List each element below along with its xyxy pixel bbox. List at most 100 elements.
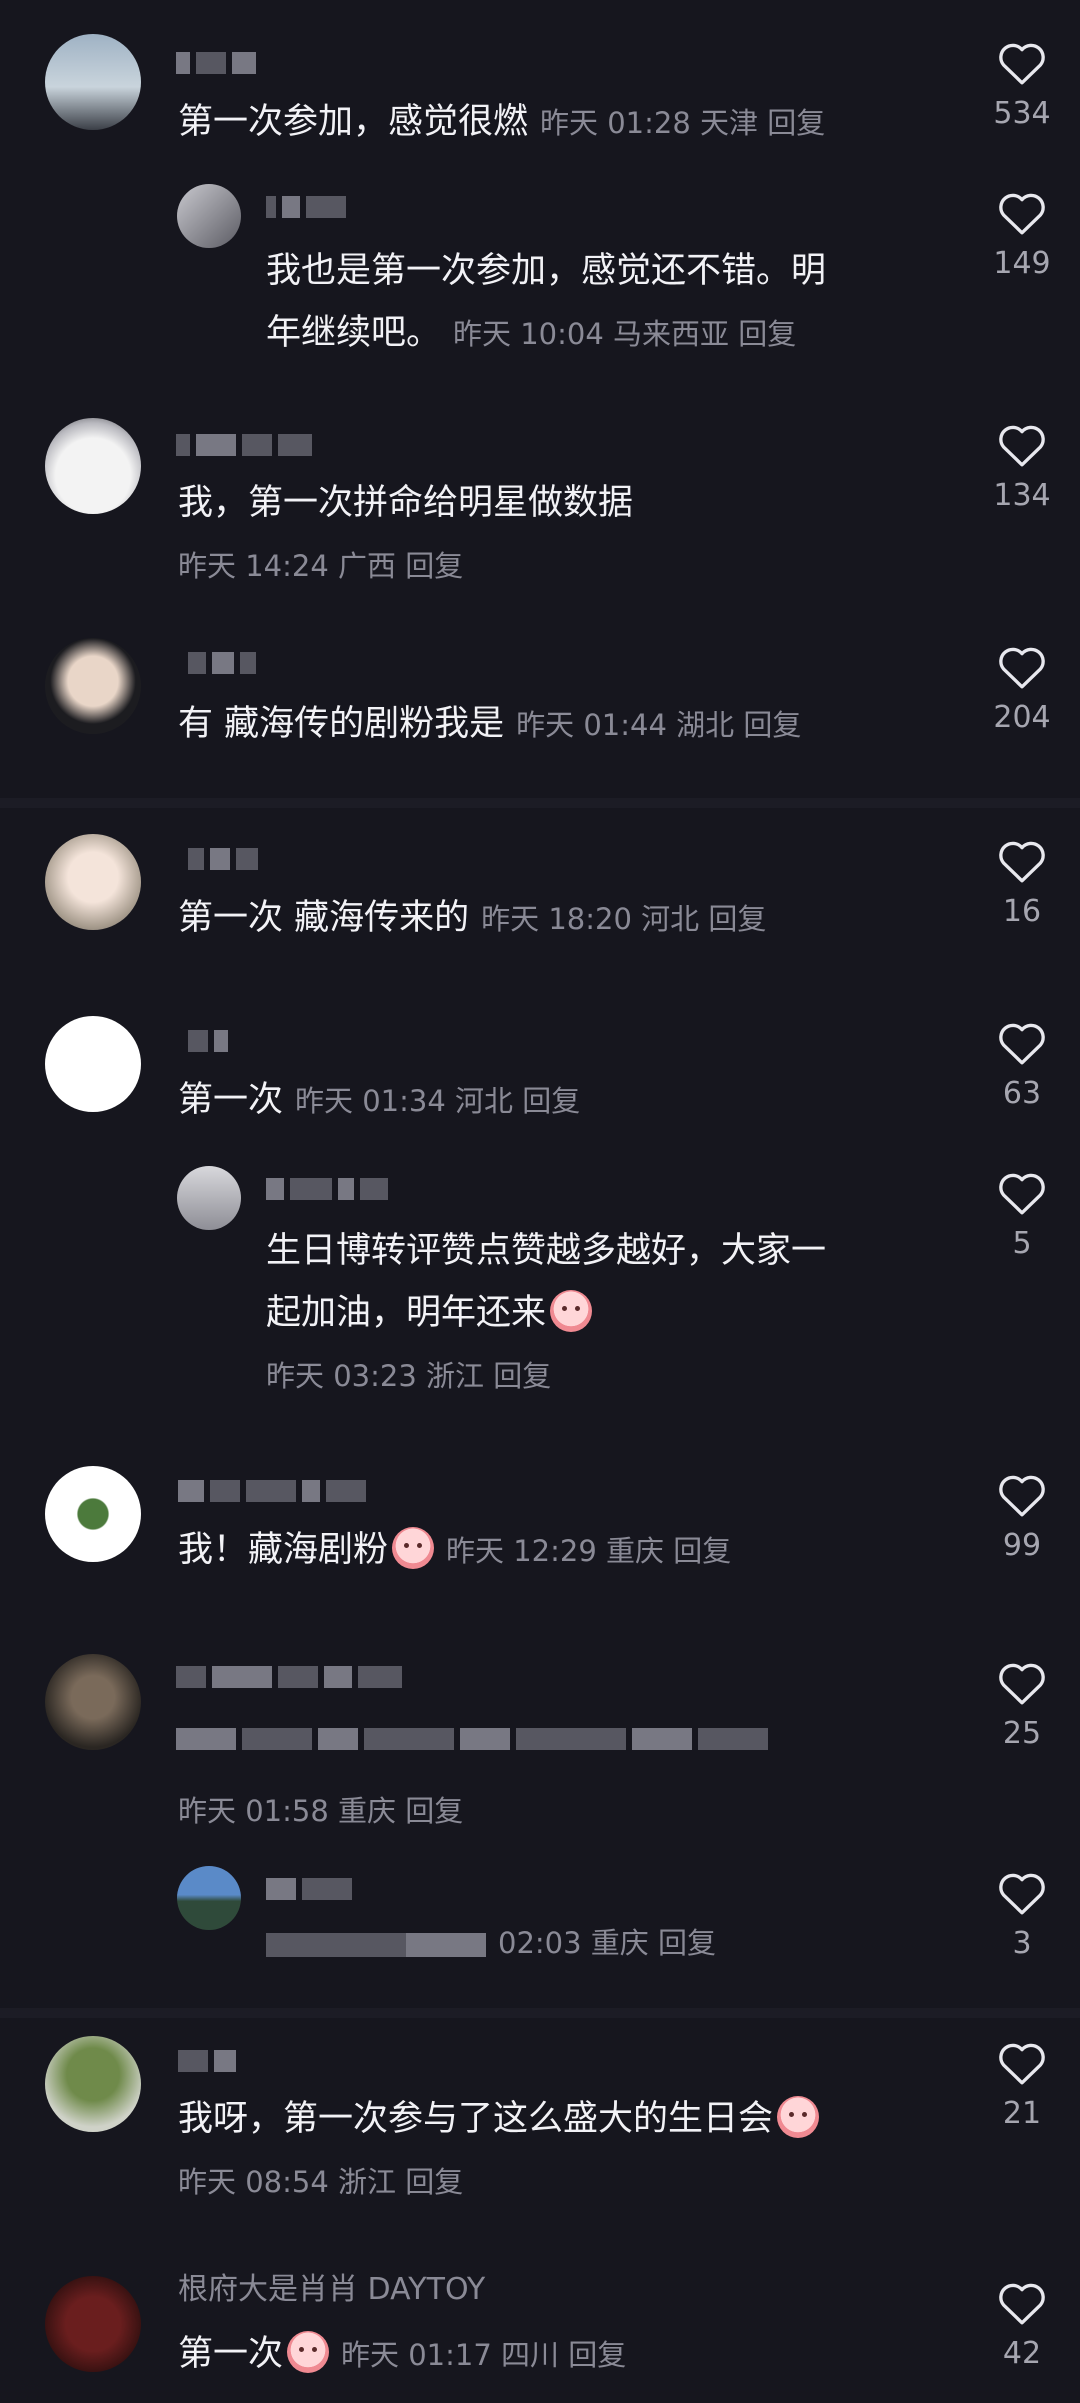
comment-text-blurred	[176, 1724, 768, 1754]
like-button[interactable]: 149	[982, 190, 1062, 281]
like-button[interactable]: 25	[982, 1660, 1062, 1751]
pig-face-emoji-icon	[777, 2096, 820, 2138]
avatar[interactable]	[45, 834, 141, 930]
reply-link[interactable]: 回复	[568, 2338, 626, 2372]
username-blurred[interactable]	[178, 2046, 236, 2076]
like-button[interactable]: 99	[982, 1472, 1062, 1563]
like-button[interactable]: 21	[982, 2040, 1062, 2131]
comment-text: 我呀，第一次参与了这么盛大的生日会 昨天 08:54 浙江 回复	[178, 2088, 820, 2213]
avatar[interactable]	[45, 2036, 141, 2132]
username-blurred[interactable]	[176, 48, 256, 78]
reply-link[interactable]: 回复	[522, 1084, 580, 1118]
like-button[interactable]: 5	[982, 1170, 1062, 1261]
avatar[interactable]	[45, 34, 141, 130]
like-count: 5	[1012, 1226, 1032, 1261]
avatar[interactable]	[177, 184, 241, 248]
heart-icon[interactable]	[997, 1020, 1047, 1066]
heart-icon[interactable]	[997, 2040, 1047, 2086]
username-blurred[interactable]	[178, 1476, 366, 1506]
heart-icon[interactable]	[997, 422, 1047, 468]
like-count: 134	[993, 478, 1051, 513]
username-blurred[interactable]	[188, 648, 256, 678]
avatar[interactable]	[177, 1166, 241, 1230]
username[interactable]: 根府大是肖肖 DAYTOY	[178, 2270, 485, 2310]
avatar[interactable]	[177, 1866, 241, 1930]
comment-meta: 昨天 14:24 广西 回复	[178, 549, 464, 583]
reply-link[interactable]: 回复	[673, 1534, 731, 1568]
reply-link[interactable]: 回复	[738, 317, 796, 351]
reply-link[interactable]: 回复	[743, 708, 801, 742]
heart-icon[interactable]	[997, 644, 1047, 690]
avatar[interactable]	[45, 1466, 141, 1562]
username-blurred[interactable]	[176, 1662, 402, 1692]
pig-face-emoji-icon	[550, 1290, 593, 1332]
like-button[interactable]: 134	[982, 422, 1062, 513]
reply-link[interactable]: 回复	[405, 549, 463, 583]
like-count: 3	[1012, 1926, 1032, 1961]
username-blurred[interactable]	[176, 430, 312, 460]
reply-link[interactable]: 回复	[493, 1359, 551, 1393]
comment-text: 第一次 藏海传来的 昨天 18:20 河北 回复	[178, 898, 767, 938]
like-count: 99	[1002, 1528, 1042, 1563]
comment-text: 第一次 昨天 01:17 四川 回复	[178, 2324, 626, 2385]
heart-icon[interactable]	[997, 838, 1047, 884]
comment-text: 我，第一次拼命给明星做数据 昨天 14:24 广西 回复	[178, 483, 634, 583]
username-blurred[interactable]	[266, 192, 346, 222]
comment-meta: 昨天 12:29 重庆 回复	[446, 1534, 732, 1568]
reply-link[interactable]: 回复	[708, 902, 766, 936]
like-count: 25	[1002, 1716, 1042, 1751]
like-button[interactable]: 534	[982, 40, 1062, 131]
comment-text: 有 藏海传的剧粉我是 昨天 01:44 湖北 回复	[178, 704, 802, 744]
reply-link[interactable]: 回复	[767, 106, 825, 140]
username-blurred[interactable]	[266, 1874, 352, 1904]
heart-icon[interactable]	[997, 190, 1047, 236]
comment-meta: 昨天 08:54 浙江 回复	[178, 2165, 464, 2199]
comment-meta: 昨天 18:20 河北 回复	[481, 902, 767, 936]
reply-link[interactable]: 回复	[658, 1926, 716, 1960]
comment-meta: 昨天 01:17 四川 回复	[341, 2338, 627, 2372]
heart-icon[interactable]	[997, 1170, 1047, 1216]
comment-text: 生日博转评赞点赞越多越好，大家一 起加油，明年还来 昨天 03:23 浙江 回复	[266, 1231, 827, 1393]
comment-meta: 昨天 01:44 湖北 回复	[516, 708, 802, 742]
like-count: 42	[1002, 2336, 1042, 2371]
heart-icon[interactable]	[997, 2280, 1047, 2326]
heart-icon[interactable]	[997, 40, 1047, 86]
like-button[interactable]: 16	[982, 838, 1062, 929]
username-blurred[interactable]	[188, 1026, 228, 1056]
like-count: 534	[993, 96, 1051, 131]
reply-link[interactable]: 回复	[405, 2165, 463, 2199]
section-divider	[0, 2008, 1080, 2018]
heart-icon[interactable]	[997, 1660, 1047, 1706]
like-count: 21	[1002, 2096, 1042, 2131]
comment-meta-row: 昨天 01:58 重庆 回复	[178, 1780, 463, 1841]
section-divider	[0, 798, 1080, 808]
comment-meta: 昨天 03:23 浙江 回复	[266, 1359, 552, 1393]
avatar[interactable]	[45, 638, 141, 734]
like-button[interactable]: 42	[982, 2280, 1062, 2371]
comment-text: 02:03 重庆 回复	[266, 1912, 716, 1973]
heart-icon[interactable]	[997, 1472, 1047, 1518]
avatar[interactable]	[45, 2276, 141, 2372]
comment-meta: 02:03 重庆 回复	[498, 1926, 717, 1960]
username-blurred[interactable]	[266, 1174, 388, 1204]
heart-icon[interactable]	[997, 1870, 1047, 1916]
avatar[interactable]	[45, 1016, 141, 1112]
comment-text: 我也是第一次参加，感觉还不错。明 年继续吧。 昨天 10:04 马来西亚 回复	[266, 251, 827, 353]
comment-meta: 昨天 01:34 河北 回复	[295, 1084, 581, 1118]
comment-text: 我！藏海剧粉 昨天 12:29 重庆 回复	[178, 1520, 731, 1581]
pig-face-emoji-icon	[287, 2331, 330, 2373]
comment-meta: 昨天 01:28 天津 回复	[540, 106, 826, 140]
avatar[interactable]	[45, 1654, 141, 1750]
avatar[interactable]	[45, 418, 141, 514]
like-count: 63	[1002, 1076, 1042, 1111]
reply-link[interactable]: 回复	[405, 1794, 463, 1828]
comment-text: 第一次 昨天 01:34 河北 回复	[178, 1080, 581, 1120]
like-button[interactable]: 3	[982, 1870, 1062, 1961]
comment-meta: 昨天 01:58 重庆 回复	[178, 1794, 464, 1828]
like-button[interactable]: 63	[982, 1020, 1062, 1111]
comment-meta: 昨天 10:04 马来西亚 回复	[453, 317, 797, 351]
crying-face-emoji-icon	[392, 1527, 435, 1569]
like-button[interactable]: 204	[982, 644, 1062, 735]
username-blurred[interactable]	[188, 844, 258, 874]
comment-text: 第一次参加，感觉很燃 昨天 01:28 天津 回复	[178, 102, 826, 142]
